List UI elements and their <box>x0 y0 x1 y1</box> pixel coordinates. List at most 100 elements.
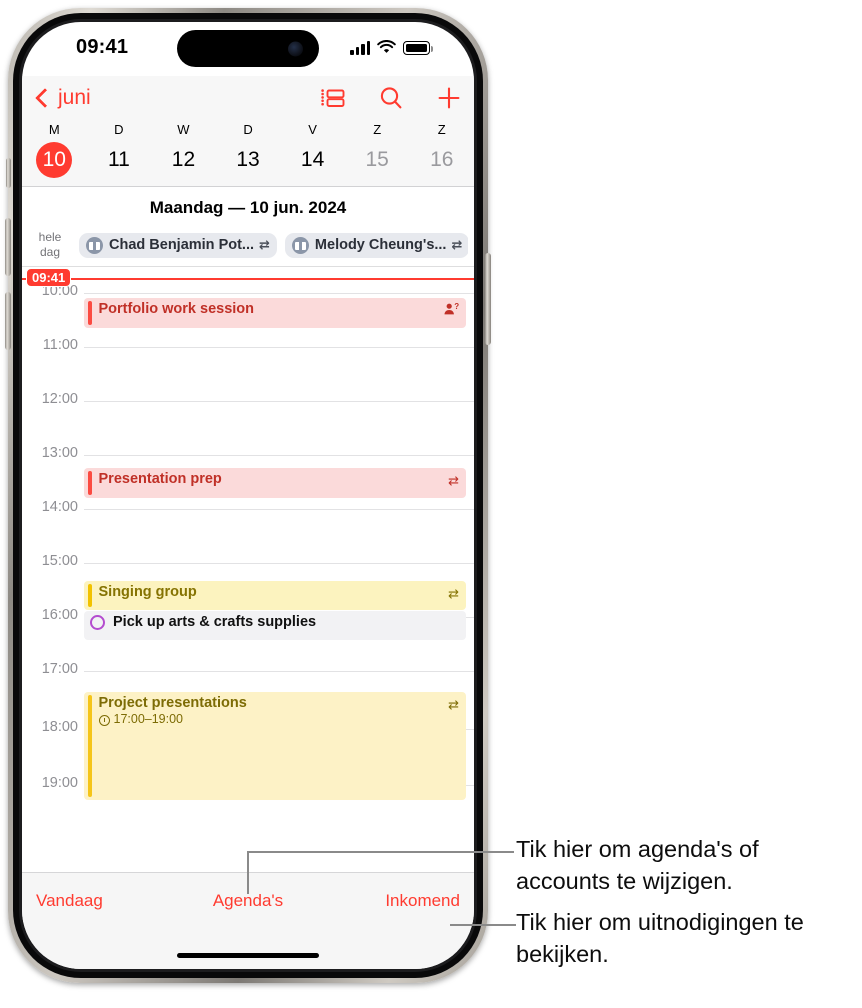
event-project-presentations[interactable]: Project presentations 17:00–19:00 ⇄ <box>84 692 466 800</box>
hour-label: 17:00 <box>41 661 78 677</box>
repeat-icon: ⇄ <box>448 586 459 601</box>
event-singing-group[interactable]: Singing group ⇄ <box>84 581 466 610</box>
event-title: Singing group <box>98 584 197 600</box>
all-day-chip-list: Chad Benjamin Pot... ⇄ Melody Cheung's..… <box>79 232 468 258</box>
home-indicator[interactable] <box>177 952 319 958</box>
reminder-pick-up-arts-crafts-supplies[interactable]: Pick up arts & crafts supplies <box>84 611 466 640</box>
all-day-chip-title: Chad Benjamin Pot... <box>109 237 255 253</box>
weekday-initial: D <box>243 122 253 137</box>
day-cell-12[interactable]: 12 <box>151 142 216 178</box>
selected-day-pill: 10 <box>36 142 73 178</box>
weekday-initial: W <box>177 122 190 137</box>
all-day-event-chip[interactable]: Melody Cheung's... ⇄ <box>284 232 468 258</box>
event-title: Presentation prep <box>98 471 222 487</box>
wifi-icon <box>377 40 396 53</box>
current-time-indicator: 09:41 <box>22 268 474 287</box>
hour-row: 12:00 <box>22 391 474 455</box>
hour-gridline <box>84 455 474 456</box>
hour-gridline <box>84 401 474 402</box>
repeat-icon: ⇄ <box>448 473 459 488</box>
event-body: Singing group <box>99 584 462 607</box>
front-camera-icon <box>288 41 303 56</box>
battery-icon <box>403 41 433 55</box>
callout-calendars-text: Tik hier om agenda's of accounts te wijz… <box>516 836 759 894</box>
all-day-chip-title: Melody Cheung's... <box>314 237 447 253</box>
day-cell-11[interactable]: 11 <box>87 142 152 178</box>
repeat-icon: ⇄ <box>448 697 459 712</box>
person-question-icon: ? <box>444 303 459 315</box>
volume-up-button[interactable] <box>5 218 11 276</box>
weekday-initial: Z <box>437 122 446 137</box>
event-presentation-prep[interactable]: Presentation prep ⇄ <box>84 468 466 498</box>
all-day-label-line2: dag <box>39 245 61 259</box>
event-time-text: 17:00–19:00 <box>113 712 184 726</box>
all-day-events-row: hele dag Chad Benjamin Pot... ⇄ Melody C… <box>22 227 474 267</box>
event-body: Presentation prep <box>99 471 462 495</box>
event-portfolio-work-session[interactable]: Portfolio work session ? <box>84 298 466 328</box>
repeat-icon: ⇄ <box>259 237 270 252</box>
event-body: Portfolio work session <box>99 301 462 325</box>
weekday-initial: Z <box>373 122 382 137</box>
callout-inbox-text: Tik hier om uitnodigingen te bekijken. <box>516 909 804 967</box>
status-bar: 09:41 <box>22 22 474 76</box>
event-color-bar <box>88 471 92 495</box>
hour-label: 14:00 <box>41 499 78 515</box>
day-cell-15[interactable]: 15 <box>345 142 410 178</box>
status-bar-clock: 09:41 <box>76 36 129 58</box>
weekday-initials-row: M D W D V Z Z <box>22 122 474 142</box>
callout-leader-horizontal <box>247 851 514 853</box>
navigation-bar: juni <box>22 76 474 120</box>
cellular-bars-icon <box>350 41 370 55</box>
hour-label: 18:00 <box>41 719 78 735</box>
reminder-body: Pick up arts & crafts supplies <box>113 614 461 637</box>
clock-icon <box>98 715 110 726</box>
weekday-initial: V <box>308 122 317 137</box>
reminder-circle-icon[interactable] <box>90 615 105 630</box>
week-strip: M D W D V Z Z 10 11 12 13 14 15 16 <box>22 120 474 187</box>
callout-leader-vertical <box>247 851 249 894</box>
hour-label: 11:00 <box>42 337 78 353</box>
day-cell-10[interactable]: 10 <box>22 142 87 178</box>
day-cell-14[interactable]: 14 <box>280 142 345 178</box>
svg-text:?: ? <box>454 303 459 311</box>
hour-gridline <box>84 563 474 564</box>
event-title: Portfolio work session <box>98 301 255 317</box>
event-color-bar <box>88 301 92 325</box>
silent-switch-button[interactable] <box>6 158 11 188</box>
hour-gridline <box>84 509 474 510</box>
day-cell-13[interactable]: 13 <box>216 142 281 178</box>
current-time-label: 09:41 <box>26 268 72 287</box>
hour-label: 19:00 <box>41 775 78 791</box>
today-button[interactable]: Vandaag <box>36 891 177 911</box>
event-color-bar <box>88 584 92 607</box>
back-to-month-button[interactable]: juni <box>35 86 91 110</box>
weekday-initial: M <box>48 122 60 137</box>
event-color-bar <box>88 695 92 797</box>
search-icon[interactable] <box>378 85 404 111</box>
back-button-label: juni <box>58 86 91 109</box>
hour-label: 15:00 <box>41 553 78 569</box>
inbox-button[interactable]: Inkomend <box>319 891 460 911</box>
power-button[interactable] <box>485 253 491 345</box>
callout-leader-inbox <box>450 924 516 926</box>
day-timeline[interactable]: 10:00 11:00 12:00 13:00 14:00 15:00 16:0… <box>22 267 474 807</box>
plus-icon[interactable] <box>436 85 462 111</box>
all-day-label-line1: hele <box>38 230 62 244</box>
event-body: Project presentations 17:00–19:00 <box>98 695 462 797</box>
hour-label: 12:00 <box>41 391 78 407</box>
calendars-button[interactable]: Agenda's <box>177 891 318 911</box>
event-title: Project presentations <box>98 695 247 711</box>
dynamic-island <box>177 30 319 67</box>
status-bar-indicators <box>350 37 433 55</box>
list-view-icon[interactable] <box>320 85 346 111</box>
hour-label: 13:00 <box>41 445 78 461</box>
volume-down-button[interactable] <box>5 292 11 350</box>
gift-icon <box>86 236 103 254</box>
all-day-event-chip[interactable]: Chad Benjamin Pot... ⇄ <box>79 232 277 258</box>
day-title: Maandag — 10 jun. 2024 <box>22 187 474 227</box>
hour-gridline <box>84 671 474 672</box>
day-cell-16[interactable]: 16 <box>409 142 474 178</box>
weekday-initial: D <box>114 122 124 137</box>
hour-label: 16:00 <box>41 607 78 623</box>
reminder-title: Pick up arts & crafts supplies <box>113 614 317 630</box>
